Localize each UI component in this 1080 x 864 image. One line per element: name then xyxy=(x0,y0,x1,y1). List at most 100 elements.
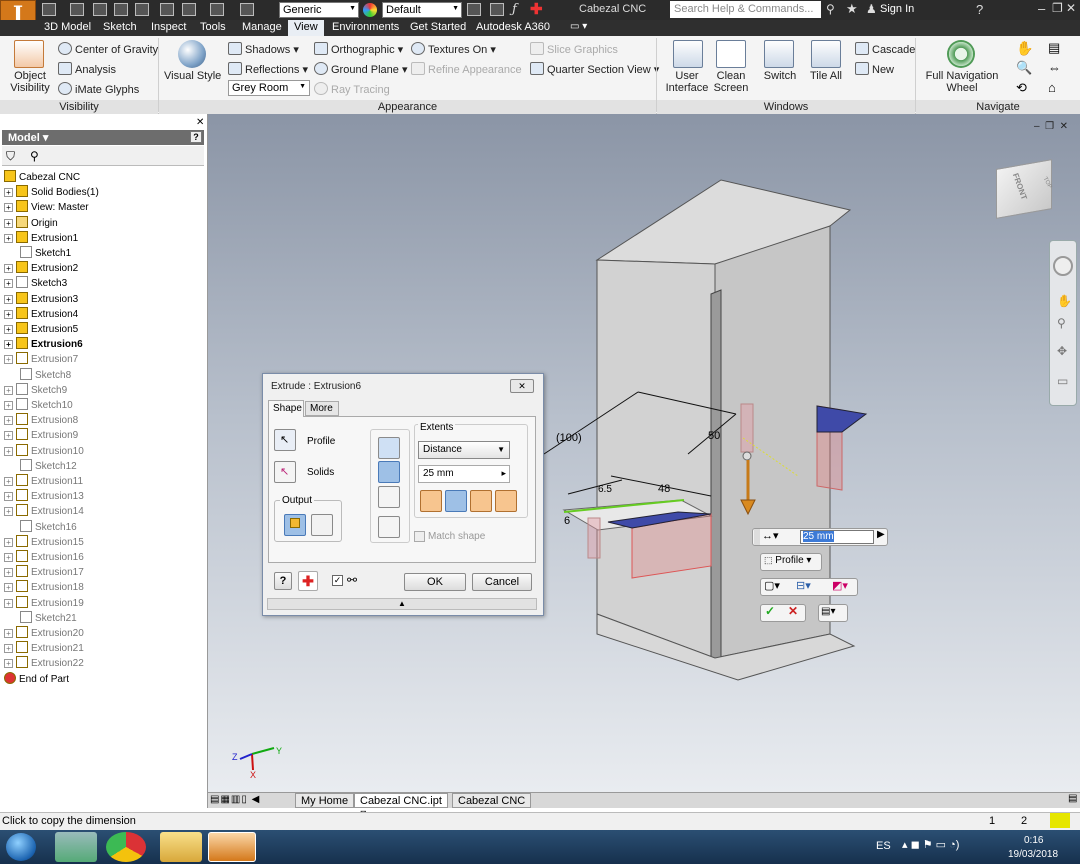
open-icon[interactable] xyxy=(70,3,84,16)
expand-icon[interactable]: + xyxy=(4,507,13,517)
ribbon-options-icon[interactable]: ▭ ▾ xyxy=(570,21,587,32)
ok-button[interactable]: OK xyxy=(404,573,466,591)
tree-item[interactable]: + Origin xyxy=(4,215,58,231)
extents-type-select[interactable]: Distance ▼ xyxy=(418,441,510,459)
tab-sketch[interactable]: Sketch xyxy=(97,20,143,36)
window-layout-icons[interactable]: ▤▦▥▯ ◀ xyxy=(210,794,260,805)
tile-all-icon[interactable] xyxy=(811,40,841,68)
nav-zoom-icon[interactable]: ⚲ xyxy=(1057,316,1066,330)
direction1-button[interactable] xyxy=(420,490,442,512)
expand-icon[interactable]: + xyxy=(4,355,13,365)
orbit-icon[interactable]: ⟲ xyxy=(1016,80,1027,96)
start-button[interactable] xyxy=(6,833,36,861)
direction2-button[interactable] xyxy=(445,490,467,512)
doc-tab-cabezal-ipt[interactable]: Cabezal CNC.ipt ⊠ xyxy=(354,793,448,818)
dialog-help-button[interactable]: ? xyxy=(274,572,292,590)
tree-item[interactable]: + Extrusion19 xyxy=(4,595,84,611)
tree-item[interactable]: + Extrusion20 xyxy=(4,626,84,641)
dimension-6-5[interactable]: 6.5 xyxy=(598,484,612,495)
taskbar-inventor-icon[interactable] xyxy=(208,832,256,862)
expand-icon[interactable]: + xyxy=(4,385,13,395)
tree-item[interactable]: + View: Master xyxy=(4,200,89,215)
mini-profile-button[interactable]: ⬚ Profile ▾ xyxy=(760,553,822,571)
object-visibility-icon[interactable] xyxy=(14,40,44,68)
mini-output-icon[interactable]: ▢▾ xyxy=(764,579,780,592)
imate-glyphs-button[interactable]: iMate Glyphs xyxy=(58,82,139,96)
filter-icon[interactable]: ⛉ xyxy=(6,149,15,164)
tab-get-started[interactable]: Get Started xyxy=(404,20,472,36)
expand-icon[interactable]: + xyxy=(4,553,13,562)
mini-arrow-icon[interactable]: ▶ xyxy=(877,529,885,540)
tree-item[interactable]: Cabezal CNC xyxy=(4,170,80,185)
expand-icon[interactable]: + xyxy=(4,279,13,289)
distance-input[interactable]: 25 mm ▸ xyxy=(418,465,510,483)
mini-cut-icon[interactable]: ⊟▾ xyxy=(796,579,811,592)
tree-item[interactable]: + Extrusion6 xyxy=(4,337,83,352)
tree-item[interactable]: Sketch12 xyxy=(20,458,77,474)
mini-distance-input[interactable]: 25 mm xyxy=(800,530,874,544)
cut-button[interactable] xyxy=(378,461,400,483)
center-of-gravity-button[interactable]: Center of Gravity xyxy=(58,42,158,56)
object-visibility-button[interactable]: Object Visibility xyxy=(6,70,54,94)
fx-icon[interactable]: ƒ xyxy=(512,2,517,17)
symmetric-button[interactable] xyxy=(470,490,492,512)
expand-icon[interactable]: + xyxy=(4,309,13,319)
environment-combo[interactable]: Grey Room ▼ xyxy=(228,80,310,96)
tree-item[interactable]: Sketch8 xyxy=(20,367,71,383)
expand-icon[interactable]: + xyxy=(4,537,13,547)
clear-icon[interactable] xyxy=(490,3,504,16)
preview-checkbox[interactable]: ✓ xyxy=(332,575,343,586)
new-window-button[interactable]: New xyxy=(855,62,894,76)
pan-icon[interactable]: ✋ xyxy=(1016,40,1033,57)
user-interface-button[interactable]: User Interface xyxy=(664,70,710,94)
zoom-icon[interactable]: 🔍 xyxy=(1016,60,1032,76)
intersect-button[interactable] xyxy=(378,486,400,508)
sign-in-link[interactable]: Sign In xyxy=(880,3,914,15)
cancel-button[interactable]: Cancel xyxy=(472,573,532,591)
tree-item[interactable]: + Sketch3 xyxy=(4,276,67,291)
tree-item[interactable]: + Sketch10 xyxy=(4,398,73,413)
slice-graphics-button[interactable]: Slice Graphics xyxy=(530,42,618,56)
orthographic-button[interactable]: Orthographic ▾ xyxy=(314,42,403,56)
tab-autodesk-a360[interactable]: Autodesk A360 xyxy=(470,20,556,36)
dimension-50[interactable]: 50 xyxy=(708,430,720,442)
measure-icon[interactable] xyxy=(240,3,254,16)
help-search-input[interactable]: Search Help & Commands... xyxy=(670,1,821,18)
tree-item[interactable]: + Extrusion1 xyxy=(4,230,78,246)
expand-icon[interactable]: + xyxy=(4,477,13,486)
extrude-origin-handle[interactable] xyxy=(742,451,752,461)
dimension-6[interactable]: 6 xyxy=(564,515,570,527)
visual-style-button[interactable]: Visual Style xyxy=(164,70,221,82)
tree-item[interactable]: + Extrusion10 xyxy=(4,443,84,459)
expand-icon[interactable]: + xyxy=(4,203,13,213)
home-icon[interactable] xyxy=(160,3,174,16)
mini-direction-icon[interactable]: ◩▾ xyxy=(832,579,848,592)
tree-item[interactable]: + Extrusion13 xyxy=(4,489,84,504)
tab-view[interactable]: View xyxy=(288,20,324,36)
tab-3d-model[interactable]: 3D Model xyxy=(38,20,97,36)
mini-menu-button[interactable]: ▤▾ xyxy=(818,604,848,622)
tab-inspect[interactable]: Inspect xyxy=(145,20,192,36)
expand-icon[interactable]: + xyxy=(4,568,13,578)
mini-ok-icon[interactable]: ✓ xyxy=(765,604,775,618)
expand-icon[interactable]: + xyxy=(4,416,13,426)
tree-item[interactable]: + Extrusion17 xyxy=(4,565,84,580)
taskbar-calculator-icon[interactable] xyxy=(55,832,97,862)
user-interface-icon[interactable] xyxy=(673,40,703,68)
dialog-close-button[interactable]: ✕ xyxy=(510,379,534,393)
shadows-button[interactable]: Shadows ▾ xyxy=(228,42,299,56)
cascade-button[interactable]: Cascade xyxy=(855,42,915,56)
browser-help-icon[interactable]: ? xyxy=(190,131,202,143)
clean-screen-button[interactable]: Clean Screen xyxy=(712,70,750,94)
tree-item[interactable]: + Extrusion9 xyxy=(4,428,78,443)
expand-icon[interactable]: + xyxy=(4,446,13,456)
tree-item[interactable]: End of Part xyxy=(4,671,69,687)
join-button[interactable] xyxy=(378,437,400,459)
material-combo[interactable]: Generic xyxy=(279,2,359,18)
restore-icon[interactable]: ❐ xyxy=(1052,1,1063,15)
navigation-wheel-icon[interactable] xyxy=(947,40,975,68)
ray-tracing-button[interactable]: Ray Tracing xyxy=(314,82,390,96)
dimension-100[interactable]: (100) xyxy=(556,432,582,444)
ground-plane-button[interactable]: Ground Plane ▾ xyxy=(314,62,407,76)
dialog-expand-toggle[interactable]: ▲ xyxy=(267,598,537,610)
